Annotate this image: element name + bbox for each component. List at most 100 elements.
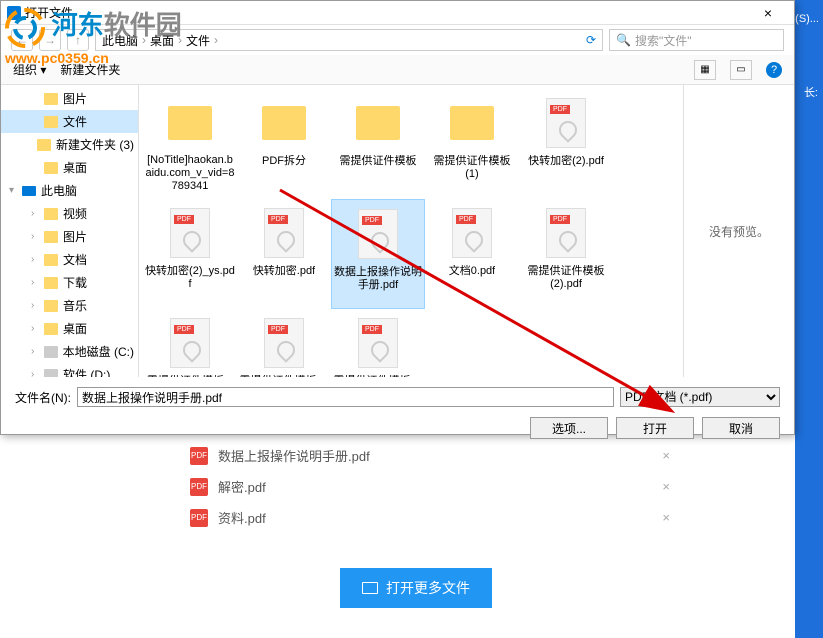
sidebar-item-label: 音乐 bbox=[63, 297, 87, 314]
file-name: [NoTitle]haokan.baidu.com_v_vid=8789341 bbox=[145, 154, 235, 193]
sidebar-item[interactable]: ›文档 bbox=[1, 248, 138, 271]
sidebar-item-label: 下载 bbox=[63, 274, 87, 291]
file-name: 快转加密(2).pdf bbox=[528, 155, 604, 168]
preview-toggle-button[interactable]: ▭ bbox=[730, 60, 752, 80]
edge-text: 长: bbox=[804, 84, 818, 100]
sidebar-item-label: 文件 bbox=[63, 113, 87, 130]
view-mode-button[interactable]: ▦ bbox=[694, 60, 716, 80]
file-name: 数据上报操作说明手册.pdf bbox=[334, 266, 422, 292]
background-file-list: PDF数据上报操作说明手册.pdf×PDF解密.pdf×PDF资料.pdf× bbox=[180, 440, 680, 533]
close-button[interactable]: × bbox=[748, 5, 788, 21]
file-grid: [NoTitle]haokan.baidu.com_v_vid=8789341 P… bbox=[139, 85, 684, 377]
sidebar-item[interactable]: 文件 bbox=[1, 110, 138, 133]
file-name: 需提供证件模板 bbox=[340, 155, 417, 168]
file-name: 需提供证件模板(1) bbox=[427, 155, 517, 181]
breadcrumb-segment[interactable]: 文件 bbox=[186, 32, 210, 49]
remove-icon[interactable]: × bbox=[662, 510, 670, 525]
sidebar-item[interactable]: ▾此电脑 bbox=[1, 179, 138, 202]
remove-icon[interactable]: × bbox=[662, 448, 670, 463]
file-item[interactable]: 需提供证件模板 bbox=[331, 89, 425, 199]
sidebar-item[interactable]: ›下载 bbox=[1, 271, 138, 294]
pdf-icon bbox=[264, 208, 304, 258]
pdf-icon: PDF bbox=[190, 509, 208, 527]
sidebar-item-label: 此电脑 bbox=[41, 182, 77, 199]
sidebar-item-label: 图片 bbox=[63, 90, 87, 107]
watermark-logo bbox=[5, 8, 45, 48]
file-name: 需提供证件模板(2).pdf bbox=[521, 265, 611, 291]
file-name: 需提供证件模板.pdf bbox=[145, 375, 235, 377]
disk-icon bbox=[44, 346, 58, 358]
file-item[interactable]: 快转加密(2)_ys.pdf bbox=[143, 199, 237, 309]
search-icon: 🔍 bbox=[616, 33, 631, 47]
background-file-row[interactable]: PDF 解密.pdf × bbox=[180, 471, 680, 502]
pdf-icon: PDF bbox=[190, 478, 208, 496]
sidebar-item[interactable]: ›音乐 bbox=[1, 294, 138, 317]
file-name: 需提供证件模板_new.pdf bbox=[239, 375, 329, 377]
file-item[interactable]: [NoTitle]haokan.baidu.com_v_vid=8789341 bbox=[143, 89, 237, 199]
file-item[interactable]: 需提供证件模板.pdf bbox=[143, 309, 237, 377]
folder-icon bbox=[44, 323, 58, 335]
file-name: 文档0.pdf bbox=[449, 265, 495, 278]
file-item[interactable]: 需提供证件模板(2).pdf bbox=[519, 199, 613, 309]
refresh-icon[interactable]: ⟳ bbox=[586, 33, 596, 47]
sidebar-item-label: 图片 bbox=[63, 228, 87, 245]
file-item[interactable]: 数据上报操作说明手册.pdf bbox=[331, 199, 425, 309]
disk-icon bbox=[44, 369, 58, 378]
sidebar-item[interactable]: 桌面 bbox=[1, 156, 138, 179]
folder-icon bbox=[356, 106, 400, 140]
file-type-select[interactable]: PDF 文档 (*.pdf) bbox=[620, 387, 780, 407]
pdf-icon bbox=[170, 318, 210, 368]
sidebar-item-label: 软件 (D:) bbox=[63, 366, 110, 377]
watermark-title: 河东软件园 bbox=[52, 10, 182, 40]
dialog-footer: 文件名(N): PDF 文档 (*.pdf) 选项... 打开 取消 bbox=[1, 377, 794, 449]
file-name: 解密.pdf bbox=[218, 477, 266, 496]
help-icon[interactable]: ? bbox=[766, 62, 782, 78]
search-input[interactable]: 🔍 搜索"文件" bbox=[609, 29, 784, 51]
filename-input[interactable] bbox=[77, 387, 614, 407]
file-item[interactable]: 快转加密.pdf bbox=[237, 199, 331, 309]
folder-icon bbox=[44, 116, 58, 128]
cancel-button[interactable]: 取消 bbox=[702, 417, 780, 439]
sidebar-item[interactable]: ›软件 (D:) bbox=[1, 363, 138, 377]
pc-icon bbox=[22, 186, 36, 196]
sidebar-item[interactable]: 新建文件夹 (3) bbox=[1, 133, 138, 156]
file-item[interactable]: 需提供证件模板_new.pdf bbox=[237, 309, 331, 377]
folder-icon bbox=[44, 277, 58, 289]
folder-icon bbox=[44, 231, 58, 243]
sidebar-item[interactable]: 图片 bbox=[1, 87, 138, 110]
pdf-icon bbox=[358, 318, 398, 368]
file-name: 快转加密(2)_ys.pdf bbox=[145, 265, 235, 291]
file-name: PDF拆分 bbox=[262, 155, 306, 168]
sidebar-item-label: 桌面 bbox=[63, 320, 87, 337]
sidebar-item[interactable]: ›视频 bbox=[1, 202, 138, 225]
filename-label: 文件名(N): bbox=[15, 389, 71, 406]
open-button[interactable]: 打开 bbox=[616, 417, 694, 439]
file-item[interactable]: PDF拆分 bbox=[237, 89, 331, 199]
folder-icon bbox=[44, 208, 58, 220]
file-name: 资料.pdf bbox=[218, 508, 266, 527]
folder-icon bbox=[37, 139, 51, 151]
pdf-icon bbox=[170, 208, 210, 258]
sidebar-item-label: 视频 bbox=[63, 205, 87, 222]
sidebar-item-label: 桌面 bbox=[63, 159, 87, 176]
background-file-row[interactable]: PDF 资料.pdf × bbox=[180, 502, 680, 533]
pdf-icon bbox=[546, 98, 586, 148]
sidebar-item-label: 新建文件夹 (3) bbox=[56, 136, 134, 153]
folder-icon bbox=[362, 582, 378, 594]
options-button[interactable]: 选项... bbox=[530, 417, 608, 439]
file-item[interactable]: 需提供证件模板_pdfmge.pdf bbox=[331, 309, 425, 377]
file-item[interactable]: 需提供证件模板(1) bbox=[425, 89, 519, 199]
sidebar-item[interactable]: ›桌面 bbox=[1, 317, 138, 340]
remove-icon[interactable]: × bbox=[662, 479, 670, 494]
folder-icon bbox=[44, 162, 58, 174]
sidebar-item-label: 文档 bbox=[63, 251, 87, 268]
file-item[interactable]: 快转加密(2).pdf bbox=[519, 89, 613, 199]
pdf-icon bbox=[546, 208, 586, 258]
sidebar-item[interactable]: ›图片 bbox=[1, 225, 138, 248]
file-item[interactable]: 文档0.pdf bbox=[425, 199, 519, 309]
folder-icon bbox=[262, 106, 306, 140]
sidebar-item[interactable]: ›本地磁盘 (C:) bbox=[1, 340, 138, 363]
open-more-button[interactable]: 打开更多文件 bbox=[340, 568, 492, 608]
sidebar-item-label: 本地磁盘 (C:) bbox=[63, 343, 134, 360]
pdf-icon: PDF bbox=[190, 447, 208, 465]
